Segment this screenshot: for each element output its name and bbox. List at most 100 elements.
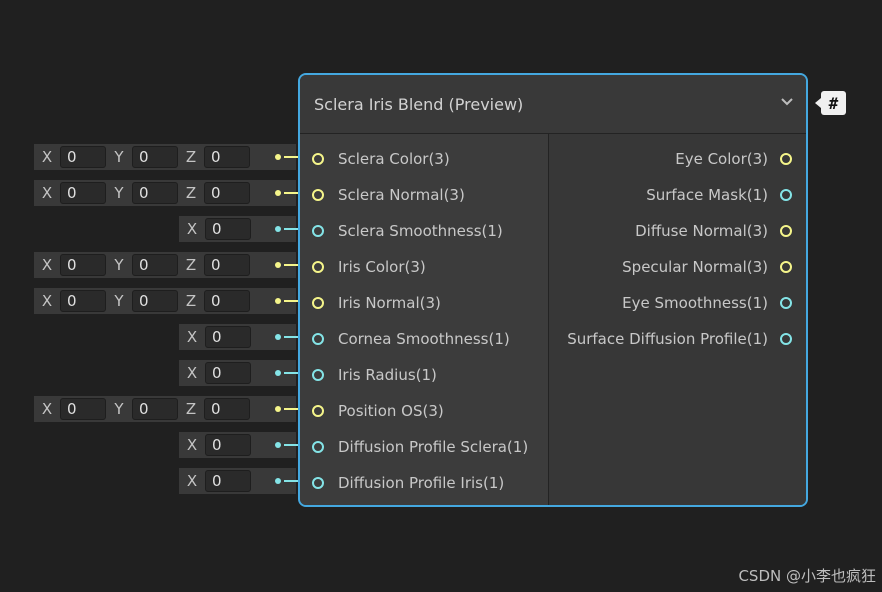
hash-icon[interactable]: # (821, 91, 846, 115)
output-port-connector-icon[interactable] (780, 261, 792, 273)
value-input-x[interactable]: 0 (205, 218, 251, 240)
input-ports-panel: Sclera Color(3) Sclera Normal(3) Sclera Sm… (300, 134, 549, 505)
axis-label-y: Y (114, 256, 124, 274)
axis-label-x: X (186, 220, 198, 238)
value-input-y[interactable]: 0 (132, 254, 178, 276)
output-port-connector-icon[interactable] (780, 153, 792, 165)
input-port-row[interactable]: Cornea Smoothness(1) (312, 328, 510, 350)
sclera-iris-blend-node[interactable]: Sclera Iris Blend (Preview) Sclera Color… (298, 73, 808, 507)
axis-label-z: Z (185, 184, 197, 202)
field-connector-dot-icon (275, 442, 281, 448)
input-port-label: Iris Radius(1) (338, 366, 437, 384)
input-port-row[interactable]: Diffusion Profile Iris(1) (312, 472, 504, 494)
input-port-label: Diffusion Profile Iris(1) (338, 474, 505, 492)
vector3-input-field: X0Y0Z0 (34, 288, 296, 314)
input-port-row[interactable]: Iris Radius(1) (312, 364, 437, 386)
input-port-label: Sclera Normal(3) (338, 186, 465, 204)
field-connector-dot-icon (275, 154, 281, 160)
value-input-y[interactable]: 0 (132, 290, 178, 312)
axis-label-x: X (41, 400, 53, 418)
value-input-y[interactable]: 0 (132, 182, 178, 204)
input-port-label: Sclera Color(3) (338, 150, 450, 168)
input-port-row[interactable]: Diffusion Profile Sclera(1) (312, 436, 528, 458)
input-port-connector-icon[interactable] (312, 225, 324, 237)
field-connector-dot-icon (275, 226, 281, 232)
axis-label-z: Z (185, 400, 197, 418)
axis-label-x: X (186, 364, 198, 382)
input-port-label: Iris Normal(3) (338, 294, 441, 312)
value-input-z[interactable]: 0 (204, 146, 250, 168)
input-port-row[interactable]: Iris Color(3) (312, 256, 426, 278)
output-port-row[interactable]: Surface Mask(1) (646, 184, 792, 206)
value-input-x[interactable]: 0 (60, 182, 106, 204)
value-input-z[interactable]: 0 (204, 254, 250, 276)
input-port-connector-icon[interactable] (312, 477, 324, 489)
output-port-row[interactable]: Eye Smoothness(1) (622, 292, 792, 314)
value-input-z[interactable]: 0 (204, 182, 250, 204)
value-input-x[interactable]: 0 (60, 290, 106, 312)
output-port-connector-icon[interactable] (780, 225, 792, 237)
output-ports-panel: Eye Color(3) Surface Mask(1) Diffuse Norma… (549, 134, 806, 505)
collapse-chevron-icon[interactable] (778, 93, 796, 111)
input-port-connector-icon[interactable] (312, 333, 324, 345)
input-port-label: Cornea Smoothness(1) (338, 330, 510, 348)
output-port-row[interactable]: Eye Color(3) (675, 148, 792, 170)
axis-label-z: Z (185, 292, 197, 310)
input-port-connector-icon[interactable] (312, 189, 324, 201)
output-port-connector-icon[interactable] (780, 333, 792, 345)
output-port-label: Diffuse Normal(3) (635, 222, 768, 240)
output-port-label: Eye Smoothness(1) (622, 294, 768, 312)
value-input-x[interactable]: 0 (205, 326, 251, 348)
axis-label-y: Y (114, 400, 124, 418)
value-input-z[interactable]: 0 (204, 290, 250, 312)
vector3-input-field: X0Y0Z0 (34, 252, 296, 278)
input-port-row[interactable]: Position OS(3) (312, 400, 444, 422)
output-port-row[interactable]: Surface Diffusion Profile(1) (567, 328, 792, 350)
input-port-row[interactable]: Sclera Normal(3) (312, 184, 465, 206)
axis-label-z: Z (185, 148, 197, 166)
input-port-connector-icon[interactable] (312, 441, 324, 453)
input-port-row[interactable]: Sclera Color(3) (312, 148, 450, 170)
output-port-label: Specular Normal(3) (622, 258, 768, 276)
field-connector-dot-icon (275, 298, 281, 304)
axis-label-x: X (41, 184, 53, 202)
input-port-row[interactable]: Iris Normal(3) (312, 292, 441, 314)
value-input-x[interactable]: 0 (60, 254, 106, 276)
output-port-row[interactable]: Specular Normal(3) (622, 256, 792, 278)
axis-label-x: X (186, 472, 198, 490)
value-input-z[interactable]: 0 (204, 398, 250, 420)
input-port-label: Iris Color(3) (338, 258, 426, 276)
value-input-y[interactable]: 0 (132, 398, 178, 420)
value-input-y[interactable]: 0 (132, 146, 178, 168)
value-input-x[interactable]: 0 (205, 470, 251, 492)
value-input-x[interactable]: 0 (60, 398, 106, 420)
field-connector-dot-icon (275, 262, 281, 268)
value-input-x[interactable]: 0 (205, 362, 251, 384)
output-port-row[interactable]: Diffuse Normal(3) (635, 220, 792, 242)
input-port-row[interactable]: Sclera Smoothness(1) (312, 220, 503, 242)
output-port-label: Surface Mask(1) (646, 186, 768, 204)
field-connector-dot-icon (275, 406, 281, 412)
input-port-connector-icon[interactable] (312, 369, 324, 381)
field-connector-dot-icon (275, 190, 281, 196)
output-port-label: Surface Diffusion Profile(1) (567, 330, 768, 348)
input-port-label: Diffusion Profile Sclera(1) (338, 438, 529, 456)
output-port-connector-icon[interactable] (780, 297, 792, 309)
input-port-connector-icon[interactable] (312, 405, 324, 417)
output-port-connector-icon[interactable] (780, 189, 792, 201)
vector3-input-field: X0Y0Z0 (34, 396, 296, 422)
axis-label-y: Y (114, 148, 124, 166)
value-input-x[interactable]: 0 (205, 434, 251, 456)
node-header[interactable]: Sclera Iris Blend (Preview) (300, 75, 806, 134)
vector3-input-field: X0Y0Z0 (34, 144, 296, 170)
input-port-connector-icon[interactable] (312, 153, 324, 165)
input-port-connector-icon[interactable] (312, 297, 324, 309)
vector3-input-field: X0Y0Z0 (34, 180, 296, 206)
input-port-connector-icon[interactable] (312, 261, 324, 273)
output-port-label: Eye Color(3) (675, 150, 768, 168)
value-input-x[interactable]: 0 (60, 146, 106, 168)
field-connector-dot-icon (275, 334, 281, 340)
axis-label-x: X (41, 256, 53, 274)
axis-label-x: X (41, 148, 53, 166)
axis-label-y: Y (114, 184, 124, 202)
